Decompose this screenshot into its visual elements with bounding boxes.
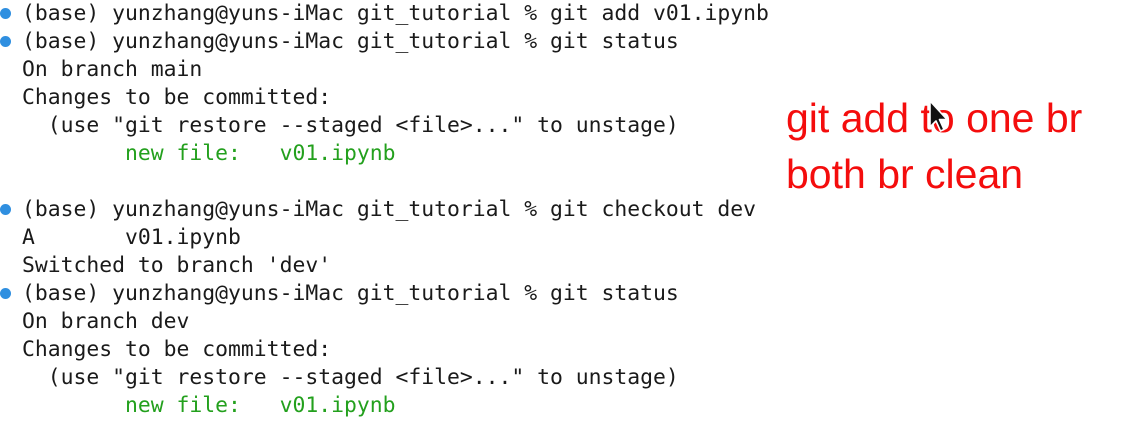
terminal-command-line: (base) yunzhang@yuns-iMac git_tutorial %…: [22, 281, 679, 306]
terminal-window[interactable]: (base) yunzhang@yuns-iMac git_tutorial %…: [0, 0, 1132, 434]
terminal-output-line: (use "git restore --staged <file>..." to…: [22, 365, 679, 390]
terminal-output-line: On branch main: [22, 57, 203, 82]
terminal-output-line: (use "git restore --staged <file>..." to…: [22, 113, 679, 138]
prompt-marker-icon: [0, 36, 11, 47]
terminal-output-line: Switched to branch 'dev': [22, 253, 332, 278]
mouse-pointer-icon: [929, 100, 948, 132]
prompt-marker-icon: [0, 288, 11, 299]
terminal-output-line: A v01.ipynb: [22, 225, 241, 250]
terminal-command-line: (base) yunzhang@yuns-iMac git_tutorial %…: [22, 29, 679, 54]
terminal-output-line: Changes to be committed:: [22, 85, 332, 110]
prompt-marker-icon: [0, 204, 11, 215]
terminal-output-line: Changes to be committed:: [22, 337, 332, 362]
staged-file-line: new file: v01.ipynb: [22, 141, 396, 166]
terminal-output-line: On branch dev: [22, 309, 190, 334]
staged-file-line: new file: v01.ipynb: [22, 393, 396, 418]
terminal-command-line: (base) yunzhang@yuns-iMac git_tutorial %…: [22, 197, 757, 222]
annotation-line-2: both br clean: [786, 151, 1024, 197]
prompt-marker-icon: [0, 8, 11, 19]
terminal-command-line: (base) yunzhang@yuns-iMac git_tutorial %…: [22, 1, 769, 26]
